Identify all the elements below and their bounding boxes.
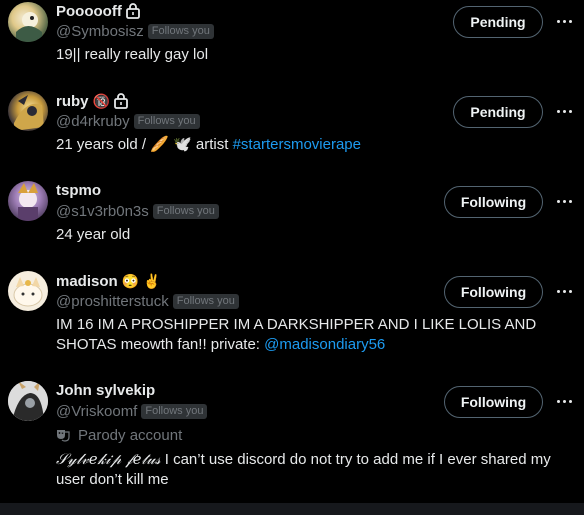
theater-masks-icon: [57, 430, 70, 442]
mention-link[interactable]: @madisondiary56: [264, 336, 385, 353]
bio-fancy-text: 𝒮𝓎𝓁𝓋𝑒𝓀𝒾𝓅 𝒻𝑒𝓉𝓊𝓈: [56, 450, 161, 468]
user-cell[interactable]: Poooooff @Symbosisz Follows you 19|| rea…: [0, 0, 584, 80]
bio: 19|| really really gay lol: [56, 46, 209, 63]
display-name-line: John sylvekip: [56, 380, 155, 400]
display-name[interactable]: John sylvekip: [56, 382, 155, 399]
following-button[interactable]: Following: [444, 386, 543, 418]
handle[interactable]: @d4rkruby: [56, 113, 130, 130]
parody-label: Parody account: [78, 426, 183, 444]
avatar-image: [18, 183, 38, 221]
bio: IM 16 IM A PROSHIPPER IM A DARKSHIPPER A…: [56, 315, 556, 355]
bio: 𝒮𝓎𝓁𝓋𝑒𝓀𝒾𝓅 𝒻𝑒𝓉𝓊𝓈 I can’t use discord do no…: [56, 449, 556, 490]
more-options-icon[interactable]: [554, 11, 574, 31]
avatar-image: [13, 277, 43, 307]
more-options-icon[interactable]: [554, 391, 574, 411]
pending-button[interactable]: Pending: [453, 96, 543, 128]
handle-line: @Symbosisz Follows you: [56, 21, 214, 41]
handle-line: @Vriskoomf Follows you: [56, 401, 208, 421]
display-name-line: tspmo: [56, 180, 101, 200]
bio: 24 year old: [56, 226, 131, 243]
avatar-image: [8, 381, 48, 421]
name-emoji: 🔞: [92, 92, 110, 109]
lock-icon: [125, 3, 140, 19]
user-cell[interactable]: ruby 🔞 @d4rkruby Follows you 21 years ol…: [0, 90, 584, 170]
more-options-icon[interactable]: [554, 101, 574, 121]
bio-text: 21 years old / 🥖 🕊️ artist: [56, 136, 233, 153]
display-name[interactable]: ruby: [56, 93, 89, 110]
display-name-line: Poooooff: [56, 1, 140, 21]
handle[interactable]: @Vriskoomf: [56, 403, 137, 420]
avatar[interactable]: [8, 181, 48, 221]
more-options-icon[interactable]: [554, 281, 574, 301]
following-button[interactable]: Following: [444, 276, 543, 308]
display-name[interactable]: tspmo: [56, 182, 101, 199]
pending-button[interactable]: Pending: [453, 6, 543, 38]
avatar-image: [14, 95, 44, 131]
bio: 21 years old / 🥖 🕊️ artist #startersmovi…: [56, 135, 556, 155]
name-emoji: 😳 ✌️: [121, 272, 161, 289]
handle[interactable]: @Symbosisz: [56, 23, 144, 40]
avatar[interactable]: [8, 271, 48, 311]
follows-you-badge: Follows you: [172, 293, 239, 309]
handle[interactable]: @proshitterstuck: [56, 293, 169, 310]
display-name-line: ruby 🔞: [56, 91, 128, 111]
avatar[interactable]: [8, 381, 48, 421]
handle-line: @proshitterstuck Follows you: [56, 291, 239, 311]
more-options-icon[interactable]: [554, 191, 574, 211]
handle-line: @s1v3rb0n3s Follows you: [56, 201, 219, 221]
user-cell[interactable]: madison 😳 ✌️ @proshitterstuck Follows yo…: [0, 270, 584, 360]
avatar-image: [16, 12, 42, 42]
handle-line: @d4rkruby Follows you: [56, 111, 200, 131]
display-name[interactable]: madison: [56, 273, 118, 290]
display-name[interactable]: Poooooff: [56, 3, 122, 20]
lock-icon: [114, 93, 128, 109]
hashtag-link[interactable]: #startersmovierape: [233, 136, 361, 153]
handle[interactable]: @s1v3rb0n3s: [56, 203, 149, 220]
following-button[interactable]: Following: [444, 186, 543, 218]
user-cell[interactable]: tspmo @s1v3rb0n3s Follows you 24 year ol…: [0, 180, 584, 260]
avatar[interactable]: [8, 2, 48, 42]
avatar[interactable]: [8, 91, 48, 131]
parody-label-line: Parody account: [56, 425, 182, 445]
follows-you-badge: Follows you: [147, 23, 214, 39]
display-name-line: madison 😳 ✌️: [56, 271, 160, 291]
follows-you-badge: Follows you: [152, 203, 219, 219]
follows-you-badge: Follows you: [133, 113, 200, 129]
bottom-divider: [0, 503, 584, 515]
follows-you-badge: Follows you: [141, 403, 208, 419]
user-cell[interactable]: John sylvekip @Vriskoomf Follows you Par…: [0, 380, 584, 500]
